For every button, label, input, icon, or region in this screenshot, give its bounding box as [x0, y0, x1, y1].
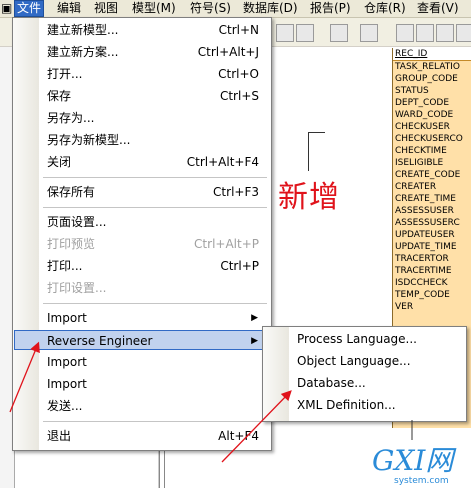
watermark-subtext: system.com	[394, 476, 449, 486]
arrow-to-reverse-engineer	[9, 341, 40, 413]
watermark-logo: GXI网 system.com	[372, 444, 454, 487]
annotation-arrows	[9, 341, 413, 463]
arrow-to-database	[221, 390, 292, 463]
watermark-text: GXI网	[372, 444, 454, 477]
